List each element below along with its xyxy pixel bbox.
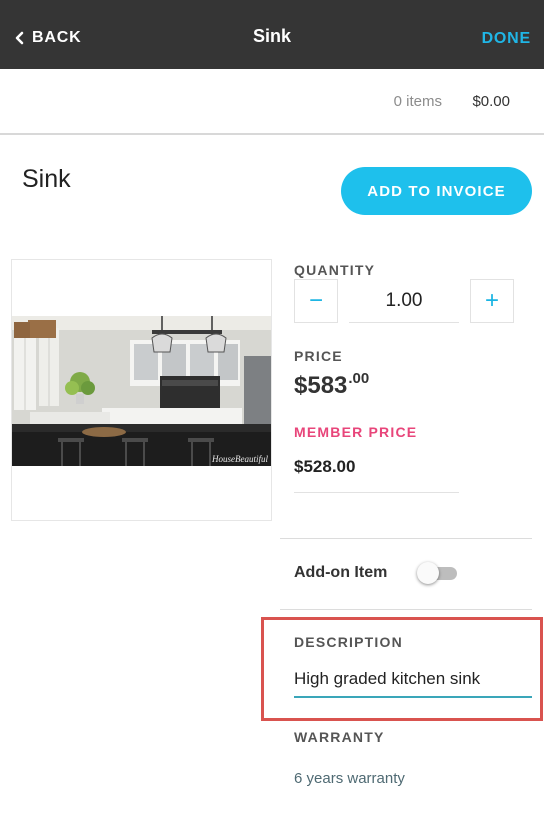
section-divider bbox=[280, 609, 532, 610]
section-divider bbox=[280, 538, 532, 539]
price-cents: .00 bbox=[348, 370, 370, 387]
minus-icon: − bbox=[308, 287, 323, 314]
item-count: 0 items bbox=[393, 93, 442, 110]
warranty-value[interactable]: 6 years warranty bbox=[294, 770, 405, 787]
plus-icon: + bbox=[484, 287, 499, 314]
done-button[interactable]: DONE bbox=[482, 30, 531, 48]
price-value: $583.00 bbox=[294, 370, 370, 400]
addon-item-toggle[interactable] bbox=[417, 562, 459, 584]
addon-item-label: Add-on Item bbox=[294, 564, 388, 581]
quantity-increase-button[interactable]: + bbox=[470, 279, 514, 323]
member-price-label: MEMBER PRICE bbox=[294, 424, 418, 440]
member-price-value: $528.00 bbox=[294, 457, 356, 476]
add-to-invoice-button[interactable]: ADD TO INVOICE bbox=[341, 167, 532, 215]
page-title: Sink bbox=[252, 26, 291, 46]
description-label: DESCRIPTION bbox=[294, 634, 403, 650]
product-image: HouseBeautiful bbox=[12, 316, 271, 466]
back-label: BACK bbox=[32, 29, 82, 46]
toggle-knob bbox=[417, 562, 439, 584]
price-whole: $583 bbox=[294, 372, 348, 399]
product-title: Sink bbox=[22, 165, 71, 193]
image-watermark: HouseBeautiful bbox=[211, 454, 268, 464]
cart-total: $0.00 bbox=[472, 93, 510, 110]
member-price-divider bbox=[294, 492, 459, 493]
description-input[interactable] bbox=[294, 662, 532, 698]
quantity-decrease-button[interactable]: − bbox=[294, 279, 338, 323]
warranty-label: WARRANTY bbox=[294, 729, 385, 745]
top-navbar: BACK Sink DONE bbox=[0, 0, 544, 69]
back-button[interactable]: BACK bbox=[10, 28, 81, 48]
price-label: PRICE bbox=[294, 348, 343, 364]
product-image-card: HouseBeautiful bbox=[11, 259, 272, 521]
quantity-input[interactable] bbox=[349, 279, 459, 323]
quantity-label: QUANTITY bbox=[294, 262, 376, 278]
cart-summary: 0 items $0.00 bbox=[0, 69, 544, 135]
chevron-left-icon bbox=[15, 31, 24, 45]
